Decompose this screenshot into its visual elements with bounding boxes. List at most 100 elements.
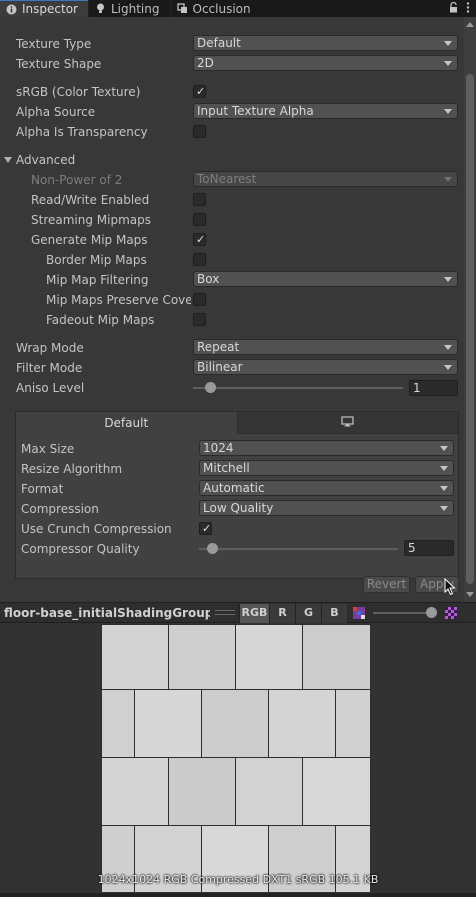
revert-button[interactable]: Revert	[363, 576, 410, 593]
chevron-down-icon	[444, 177, 452, 182]
info-icon	[6, 4, 17, 15]
non-power-dropdown: ToNearest	[193, 171, 458, 187]
platform-tab-standalone[interactable]	[237, 412, 458, 434]
inspector-scrollbar[interactable]	[464, 17, 476, 602]
channel-r-button[interactable]: R	[269, 604, 295, 623]
checker-pattern-icon[interactable]	[445, 607, 457, 622]
chevron-down-icon	[444, 277, 452, 282]
alpha-transparency-label: Alpha Is Transparency	[16, 125, 148, 139]
format-dropdown[interactable]: Automatic	[199, 480, 454, 496]
border-mipmaps-label: Border Mip Maps	[46, 253, 147, 267]
drag-handle-icon[interactable]	[215, 610, 235, 615]
tab-bar: Inspector Lighting Occlusion	[0, 0, 476, 17]
aniso-level-label: Aniso Level	[16, 381, 85, 395]
channel-b-button[interactable]: B	[321, 604, 347, 623]
foldout-expanded-icon[interactable]	[4, 157, 12, 163]
scroll-up-icon[interactable]	[466, 22, 474, 27]
read-write-checkbox[interactable]	[193, 193, 206, 206]
border-mipmaps-checkbox[interactable]	[193, 253, 206, 266]
platform-tab-default[interactable]: Default	[16, 412, 238, 434]
srgb-checkbox[interactable]: ✓	[193, 85, 206, 98]
chevron-down-icon	[440, 506, 448, 511]
alpha-transparency-checkbox[interactable]	[193, 125, 206, 138]
chevron-down-icon	[444, 365, 452, 370]
mipmaps-preserve-label: Mip Maps Preserve Coverage	[46, 293, 191, 307]
alpha-source-label: Alpha Source	[16, 105, 96, 119]
compressor-quality-label: Compressor Quality	[21, 542, 140, 556]
chevron-down-icon	[444, 41, 452, 46]
max-size-dropdown[interactable]: 1024	[199, 440, 454, 456]
wrap-mode-label: Wrap Mode	[16, 341, 84, 355]
checkmark-icon: ✓	[196, 85, 206, 98]
aniso-slider-knob[interactable]	[205, 382, 216, 393]
bottom-edge	[0, 893, 476, 897]
generate-mipmaps-checkbox[interactable]: ✓	[193, 233, 206, 246]
scroll-thumb[interactable]	[466, 74, 474, 584]
fadeout-mipmaps-checkbox[interactable]	[193, 313, 206, 326]
monitor-icon	[341, 415, 354, 430]
texture-shape-dropdown[interactable]: 2D	[193, 55, 458, 71]
texture-shape-label: Texture Shape	[16, 57, 102, 71]
format-label: Format	[21, 482, 64, 496]
chevron-down-icon	[440, 486, 448, 491]
aniso-slider-track[interactable]	[193, 387, 403, 389]
mip-slider-knob[interactable]	[426, 607, 437, 618]
filter-mode-label: Filter Mode	[16, 361, 83, 375]
texture-preview-image	[101, 624, 371, 892]
lightbulb-icon	[95, 3, 106, 14]
compressor-quality-field[interactable]: 5	[404, 540, 454, 556]
texture-type-label: Texture Type	[16, 37, 92, 51]
occlusion-icon	[176, 3, 188, 14]
tab-occlusion[interactable]: Occlusion	[171, 0, 261, 17]
non-power-label: Non-Power of 2	[31, 173, 123, 187]
mouse-cursor-icon	[444, 577, 456, 599]
wrap-mode-dropdown[interactable]: Repeat	[193, 339, 458, 355]
filter-mode-dropdown[interactable]: Bilinear	[193, 359, 458, 375]
menu-dots-icon[interactable]	[466, 1, 470, 16]
use-crunch-checkbox[interactable]: ✓	[199, 522, 212, 535]
chevron-down-icon	[440, 446, 448, 451]
srgb-label: sRGB (Color Texture)	[16, 85, 141, 99]
alpha-toggle-icon[interactable]	[353, 607, 365, 622]
read-write-label: Read/Write Enabled	[31, 193, 150, 207]
platform-tabs: Default	[16, 412, 458, 434]
channel-rgb-button[interactable]: RGB	[239, 604, 269, 623]
compression-label: Compression	[21, 502, 99, 516]
tab-inspector[interactable]: Inspector	[0, 0, 88, 17]
scroll-down-icon[interactable]	[466, 592, 474, 597]
aniso-level-field[interactable]: 1	[409, 380, 458, 396]
tab-label: Lighting	[110, 1, 160, 16]
texture-preview-area[interactable]	[0, 623, 476, 893]
chevron-down-icon	[444, 345, 452, 350]
preview-header: floor-base_initialShadingGroup_Albedo RG…	[0, 602, 476, 623]
streaming-mipmaps-checkbox[interactable]	[193, 213, 206, 226]
tab-lighting[interactable]: Lighting	[89, 0, 170, 17]
chevron-down-icon	[444, 61, 452, 66]
compressor-quality-track[interactable]	[199, 548, 398, 550]
lock-icon[interactable]	[449, 1, 458, 16]
fadeout-mipmaps-label: Fadeout Mip Maps	[46, 313, 155, 327]
mipmap-filtering-dropdown[interactable]: Box	[193, 271, 458, 287]
texture-type-dropdown[interactable]: Default	[193, 35, 458, 51]
generate-mipmaps-label: Generate Mip Maps	[31, 233, 148, 247]
channel-g-button[interactable]: G	[295, 604, 321, 623]
texture-info-text: 1024x1024 RGB Compressed DXT1 sRGB 105.1…	[97, 873, 379, 886]
tab-label: Occlusion	[192, 1, 251, 16]
preview-title: floor-base_initialShadingGroup_Albedo	[4, 606, 210, 620]
compression-dropdown[interactable]: Low Quality	[199, 500, 454, 516]
checkmark-icon: ✓	[196, 233, 206, 246]
checkmark-icon: ✓	[202, 522, 212, 535]
chevron-down-icon	[444, 109, 452, 114]
tab-label: Inspector	[22, 2, 78, 16]
use-crunch-label: Use Crunch Compression	[21, 522, 172, 536]
chevron-down-icon	[440, 466, 448, 471]
max-size-label: Max Size	[21, 442, 75, 456]
mipmaps-preserve-checkbox[interactable]	[193, 293, 206, 306]
compressor-quality-knob[interactable]	[207, 543, 218, 554]
mipmap-filtering-label: Mip Map Filtering	[46, 273, 149, 287]
resize-algorithm-label: Resize Algorithm	[21, 462, 123, 476]
alpha-source-dropdown[interactable]: Input Texture Alpha	[193, 103, 458, 119]
resize-algorithm-dropdown[interactable]: Mitchell	[199, 460, 454, 476]
streaming-mipmaps-label: Streaming Mipmaps	[31, 213, 152, 227]
advanced-foldout[interactable]: Advanced	[16, 153, 75, 167]
